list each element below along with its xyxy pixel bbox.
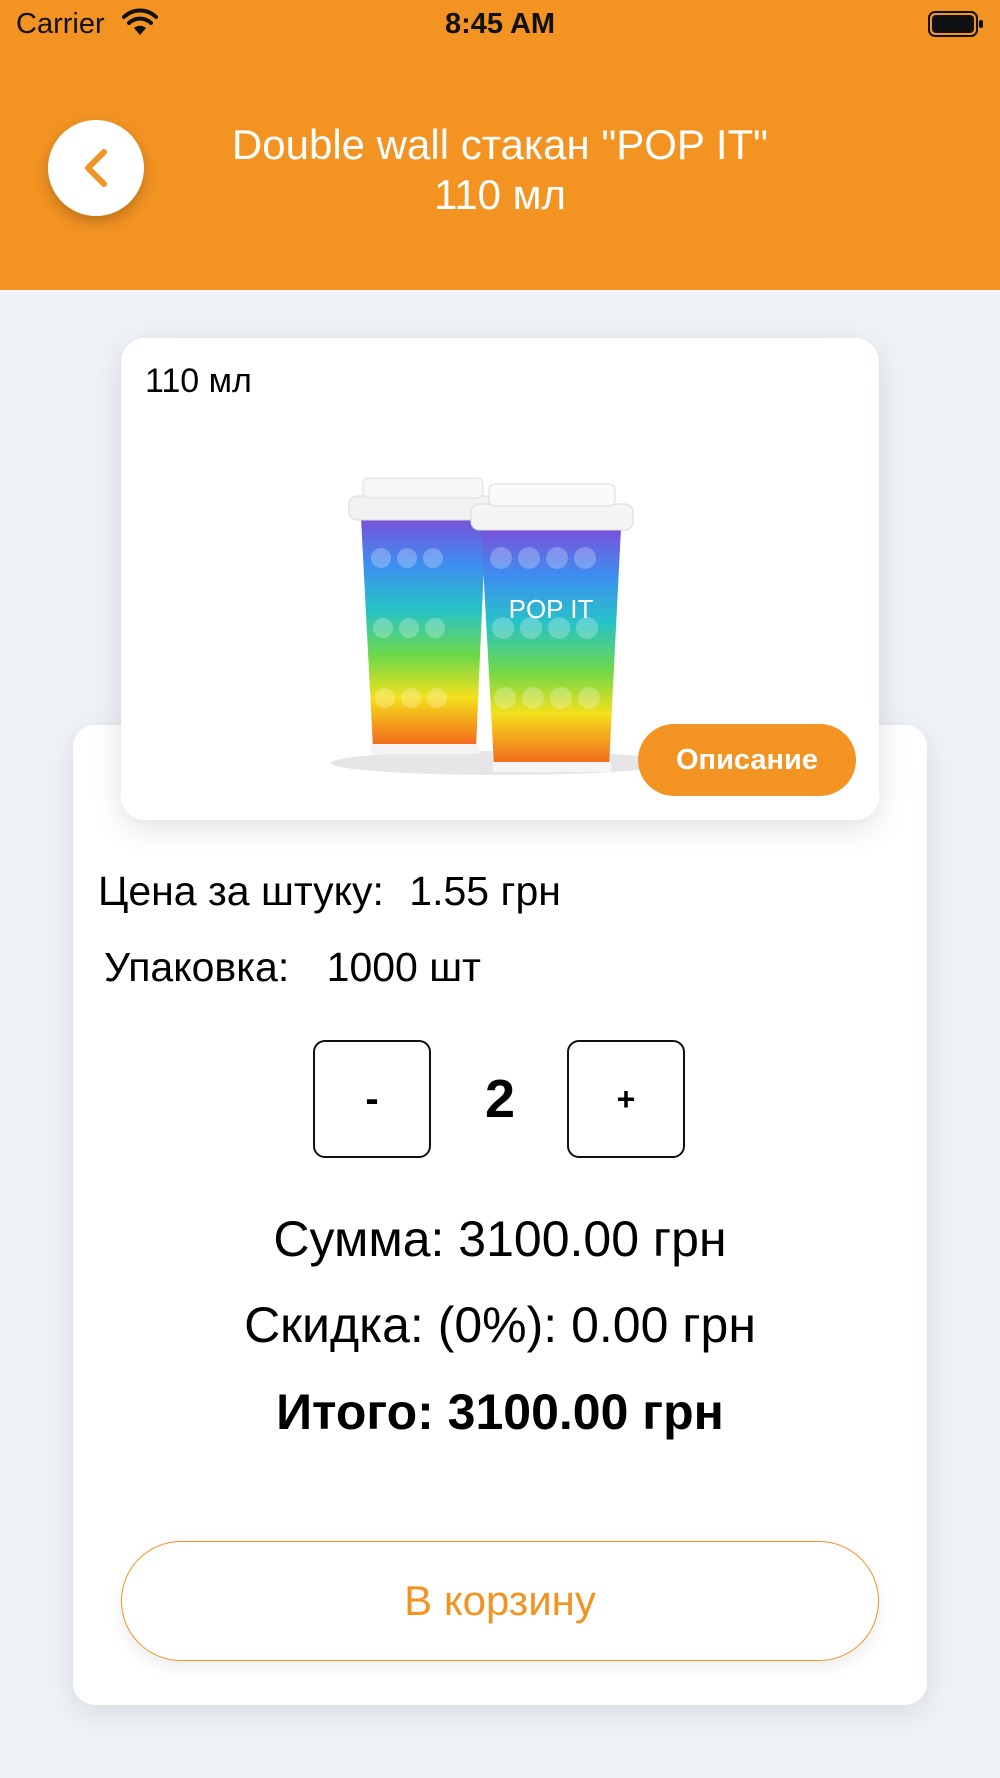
total-text: Итого: 3100.00 грн xyxy=(276,1384,724,1440)
page-title-line1: Double wall стакан "POP IT" xyxy=(231,121,769,168)
package-label: Упаковка: xyxy=(104,944,290,990)
page-title-line2: 110 мл xyxy=(433,171,566,218)
clock: 8:45 AM xyxy=(444,8,556,40)
chevron-left-icon xyxy=(85,149,107,187)
battery-icon xyxy=(928,11,983,37)
quantity-value: 2 xyxy=(484,1069,516,1129)
description-button[interactable]: Описание xyxy=(638,724,856,796)
price-value: 1.55 грн xyxy=(409,868,561,914)
status-bar: Carrier 8:45 AM xyxy=(0,0,1000,50)
volume-label: 110 мл xyxy=(145,362,252,400)
discount-text: Скидка: (0%): 0.00 грн xyxy=(244,1297,756,1353)
product-image-text: POP IT xyxy=(509,594,594,624)
product-image-card: 110 мл POP IT Описание xyxy=(121,338,879,820)
sum-text: Сумма: 3100.00 грн xyxy=(273,1211,727,1267)
price-row: Цена за штуку: 1.55 грн xyxy=(98,868,561,915)
back-button[interactable] xyxy=(48,120,144,216)
product-image: POP IT xyxy=(331,477,671,775)
decrease-quantity-button[interactable]: - xyxy=(313,1040,431,1158)
page-title: Double wall стакан "POP IT" 110 мл xyxy=(170,120,830,220)
package-value: 1000 шт xyxy=(326,944,481,990)
increase-quantity-button[interactable]: + xyxy=(567,1040,685,1158)
price-label: Цена за штуку: xyxy=(98,868,384,914)
package-row: Упаковка: 1000 шт xyxy=(104,944,481,991)
add-to-cart-button[interactable]: В корзину xyxy=(121,1541,879,1661)
